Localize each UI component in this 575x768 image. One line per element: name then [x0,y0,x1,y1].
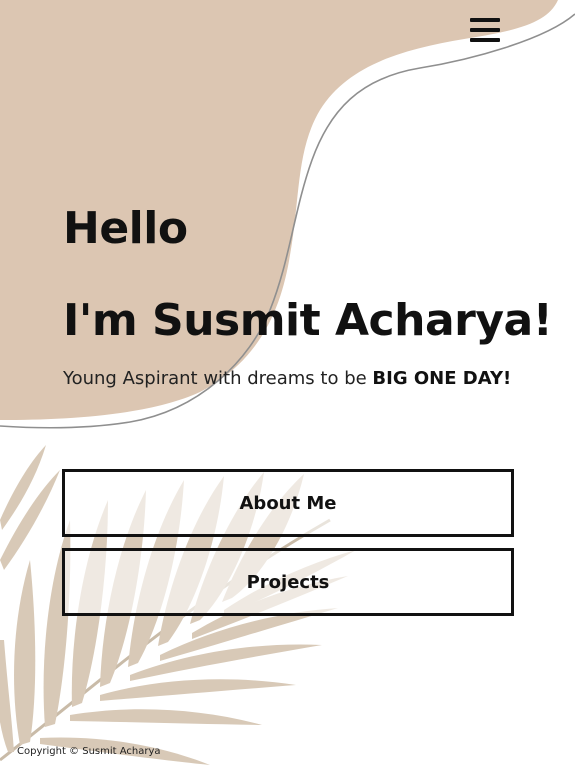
hamburger-menu-icon-bar [470,38,500,42]
projects-button[interactable]: Projects [62,548,514,616]
hamburger-menu-icon-bar [470,18,500,22]
hero-section: Hello I'm Susmit Acharya! Young Aspirant… [63,198,563,392]
tagline-text: Young Aspirant with dreams to be [63,368,373,389]
tagline: Young Aspirant with dreams to be BIG ONE… [63,366,563,392]
name-heading: I'm Susmit Acharya! [63,295,553,346]
about-me-button[interactable]: About Me [62,469,514,537]
copyright-footer: Copyright © Susmit Acharya [17,746,161,757]
tagline-emphasis: BIG ONE DAY! [372,368,512,389]
menu-button[interactable] [466,16,504,46]
hamburger-menu-icon-bar [470,28,500,32]
greeting-heading: Hello [63,203,188,254]
